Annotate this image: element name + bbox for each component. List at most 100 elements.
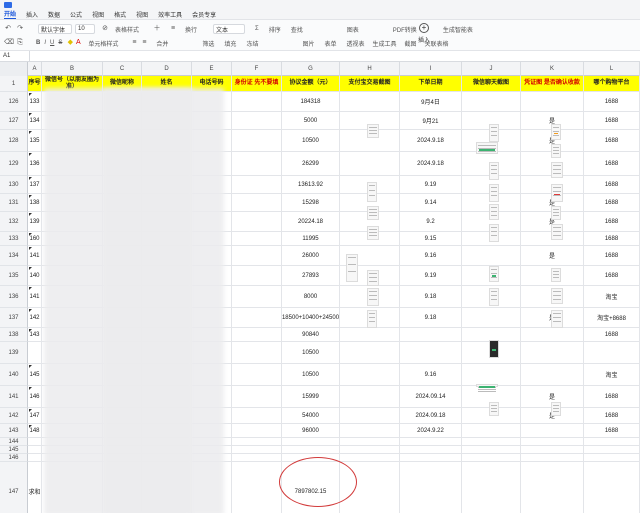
total-cell-j[interactable]: [462, 462, 521, 513]
table-cell-h[interactable]: [340, 408, 400, 424]
table-cell-g[interactable]: 15298: [282, 194, 340, 212]
table-cell-l[interactable]: 1688: [584, 112, 640, 130]
column-header-h[interactable]: H: [340, 62, 400, 76]
table-cell-i[interactable]: [400, 454, 462, 462]
table-cell-k[interactable]: [521, 328, 584, 342]
table-cell-l[interactable]: 淘宝: [584, 286, 640, 308]
insert-big-button[interactable]: + 插入: [418, 23, 430, 44]
screenshot-thumbnail[interactable]: [489, 224, 499, 242]
menu-view[interactable]: 视图: [92, 10, 104, 19]
menu-data[interactable]: 数据: [48, 10, 60, 19]
table-cell-g[interactable]: 27893: [282, 266, 340, 286]
freeze-button[interactable]: 冻结: [244, 38, 260, 49]
sort-button[interactable]: 排序: [267, 24, 283, 35]
table-cell-g[interactable]: 10500: [282, 130, 340, 152]
table-cell-a[interactable]: [28, 342, 42, 364]
total-cell-i[interactable]: [400, 462, 462, 513]
font-color-icon[interactable]: A: [74, 39, 82, 47]
align-center-icon[interactable]: ≡: [140, 39, 148, 47]
menu-member[interactable]: 会员专享: [192, 10, 216, 19]
column-header-g[interactable]: G: [282, 62, 340, 76]
table-cell-f[interactable]: [232, 386, 282, 408]
table-cell-h[interactable]: [340, 386, 400, 408]
screenshot-thumbnail[interactable]: [367, 182, 377, 202]
table-cell-l[interactable]: 1688: [584, 92, 640, 112]
table-cell-i[interactable]: 2024.9.22: [400, 424, 462, 438]
table-cell-i[interactable]: 9.14: [400, 194, 462, 212]
row-header[interactable]: 146: [0, 454, 28, 462]
row-header[interactable]: 144: [0, 438, 28, 446]
menu-insert[interactable]: 插入: [26, 10, 38, 19]
table-cell-j[interactable]: [462, 424, 521, 438]
find-button[interactable]: 查找: [289, 24, 305, 35]
screenshot-thumbnail[interactable]: [367, 288, 379, 306]
table-cell-k[interactable]: [521, 438, 584, 446]
table-cell-a[interactable]: 134: [28, 112, 42, 130]
column-header-d[interactable]: D: [142, 62, 192, 76]
table-cell-j[interactable]: [462, 364, 521, 386]
undo-icon[interactable]: ↶: [4, 25, 12, 33]
table-cell-a[interactable]: [28, 438, 42, 446]
table-cell-l[interactable]: 淘宝: [584, 364, 640, 386]
table-cell-j[interactable]: [462, 308, 521, 328]
table-cell-g[interactable]: 10500: [282, 342, 340, 364]
table-cell-a[interactable]: 141: [28, 286, 42, 308]
font-family-select[interactable]: 默认字体: [38, 24, 72, 34]
table-cell-i[interactable]: [400, 328, 462, 342]
table-cell-i[interactable]: [400, 446, 462, 454]
table-cell-i[interactable]: 2024.09.14: [400, 386, 462, 408]
align-left-icon[interactable]: ≡: [130, 39, 138, 47]
table-cell-l[interactable]: [584, 438, 640, 446]
table-cell-j[interactable]: [462, 92, 521, 112]
table-cell-f[interactable]: [232, 424, 282, 438]
screenshot-thumbnail[interactable]: [551, 402, 561, 416]
table-cell-k[interactable]: [521, 446, 584, 454]
header-cell-i[interactable]: 下单日期: [400, 76, 462, 92]
screenshot-thumbnail[interactable]: [551, 162, 563, 178]
sum-button[interactable]: Σ: [253, 24, 261, 35]
gen-tool-button[interactable]: 生成工具: [371, 38, 399, 49]
table-cell-l[interactable]: 1688: [584, 386, 640, 408]
table-style-button[interactable]: 表格样式: [113, 24, 141, 35]
table-cell-a[interactable]: 148: [28, 424, 42, 438]
table-cell-f[interactable]: [232, 364, 282, 386]
table-cell-f[interactable]: [232, 194, 282, 212]
table-cell-k[interactable]: [521, 364, 584, 386]
table-cell-k[interactable]: [521, 454, 584, 462]
fill-button[interactable]: 填充: [222, 38, 238, 49]
column-header-i[interactable]: I: [400, 62, 462, 76]
column-header-e[interactable]: E: [192, 62, 232, 76]
table-cell-l[interactable]: [584, 446, 640, 454]
total-cell-l[interactable]: [584, 462, 640, 513]
screenshot-thumbnail[interactable]: [367, 206, 379, 220]
table-cell-g[interactable]: 26000: [282, 246, 340, 266]
strike-button[interactable]: S: [56, 38, 64, 49]
table-cell-i[interactable]: 9.18: [400, 308, 462, 328]
row-header-1[interactable]: 1: [0, 76, 28, 92]
screenshot-thumbnail[interactable]: [489, 124, 499, 142]
table-cell-f[interactable]: [232, 454, 282, 462]
table-cell-i[interactable]: 2024.09.18: [400, 408, 462, 424]
table-cell-f[interactable]: [232, 266, 282, 286]
font-size-select[interactable]: 10: [75, 24, 95, 34]
table-cell-k[interactable]: 是: [521, 246, 584, 266]
header-cell-h[interactable]: 支付宝交易截图: [340, 76, 400, 92]
table-cell-g[interactable]: 184318: [282, 92, 340, 112]
header-cell-j[interactable]: 微信聊天截图: [462, 76, 521, 92]
screenshot-thumbnail[interactable]: [346, 254, 358, 282]
table-cell-h[interactable]: [340, 438, 400, 446]
column-header-l[interactable]: L: [584, 62, 640, 76]
table-cell-g[interactable]: 20224.18: [282, 212, 340, 232]
table-cell-g[interactable]: 8000: [282, 286, 340, 308]
table-cell-g[interactable]: 11995: [282, 232, 340, 246]
column-header-a[interactable]: A: [28, 62, 42, 76]
table-cell-f[interactable]: [232, 112, 282, 130]
screenshot-button[interactable]: 截图: [403, 38, 419, 49]
header-cell-a[interactable]: 序号: [28, 76, 42, 92]
column-header-f[interactable]: F: [232, 62, 282, 76]
row-header[interactable]: 128: [0, 130, 28, 152]
table-cell-a[interactable]: 141: [28, 246, 42, 266]
table-cell-f[interactable]: [232, 130, 282, 152]
table-cell-a[interactable]: 143: [28, 328, 42, 342]
table-cell-a[interactable]: 135: [28, 130, 42, 152]
